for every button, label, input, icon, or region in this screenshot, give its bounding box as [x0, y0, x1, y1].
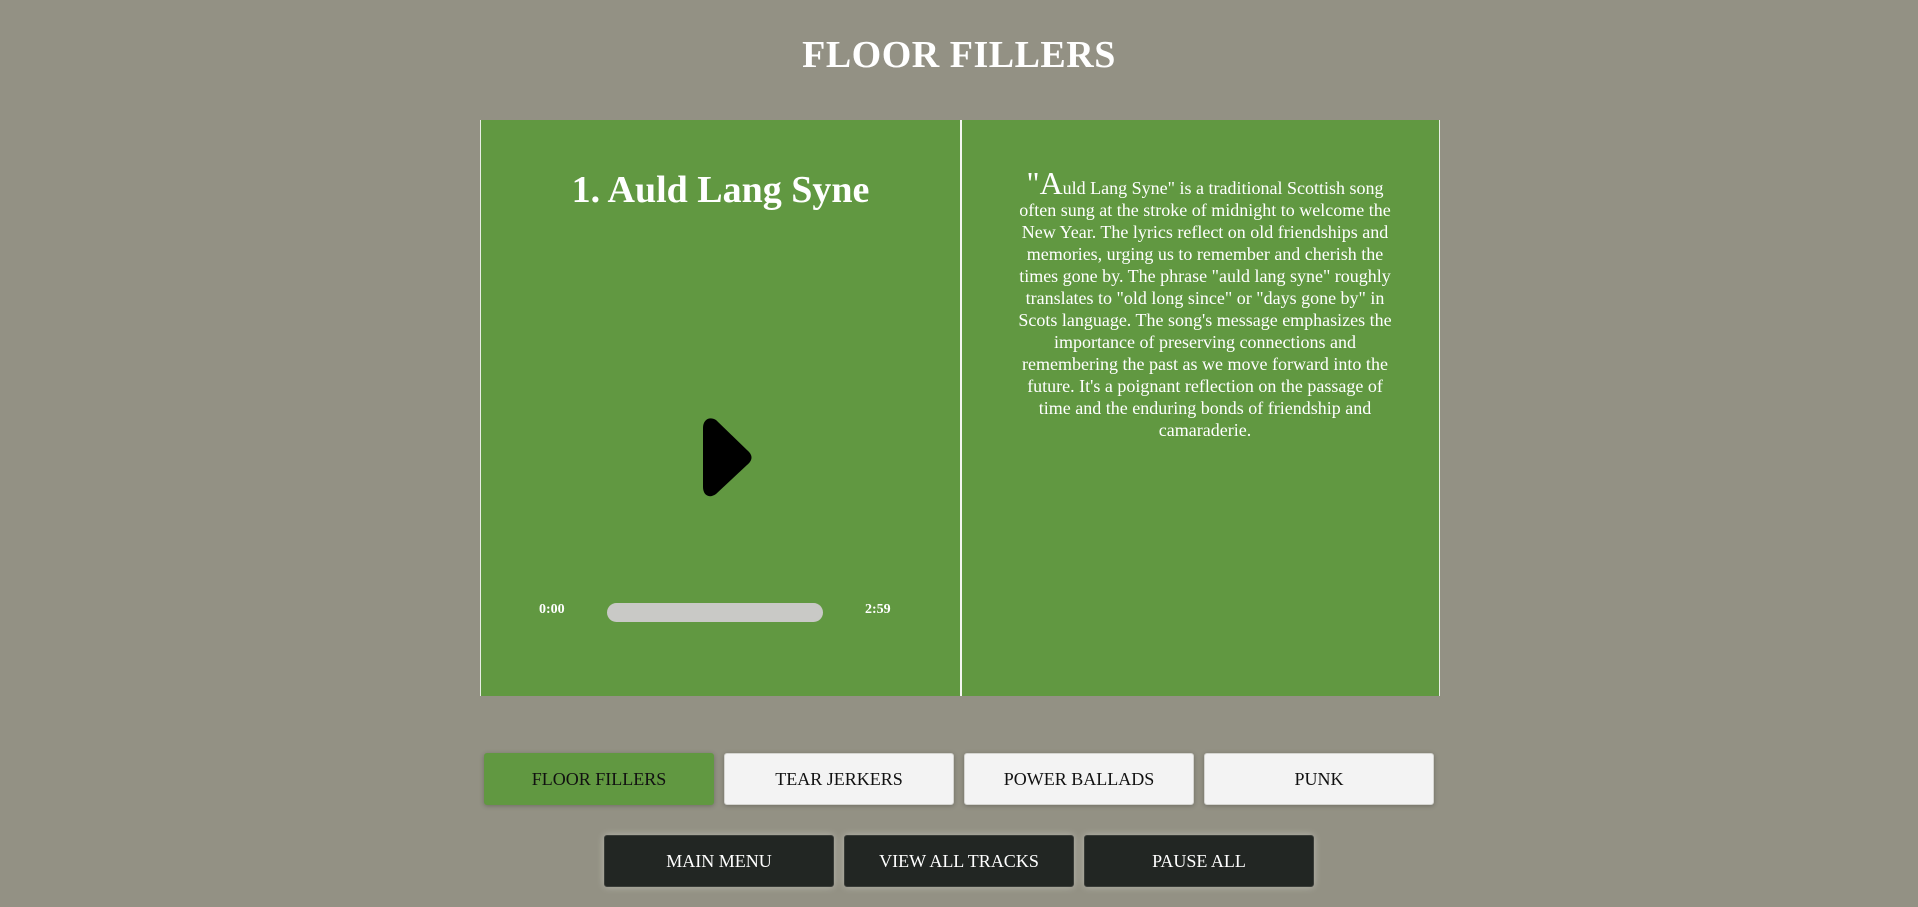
action-buttons: MAIN MENU VIEW ALL TRACKS PAUSE ALL	[604, 835, 1314, 887]
player-panel: 1. Auld Lang Syne 0:00 2:59	[481, 120, 960, 696]
track-description: "Auld Lang Syne" is a traditional Scotti…	[1009, 167, 1401, 441]
tab-tear-jerkers[interactable]: TEAR JERKERS	[724, 753, 954, 805]
description-dropcap: A	[1039, 165, 1063, 201]
description-text: uld Lang Syne" is a traditional Scottish…	[1018, 178, 1392, 440]
track-title: 1. Auld Lang Syne	[571, 169, 870, 211]
tab-floor-fillers[interactable]: FLOOR FILLERS	[484, 753, 714, 805]
track-card: 1. Auld Lang Syne 0:00 2:59 "Auld Lang S…	[480, 120, 1440, 696]
view-all-tracks-button[interactable]: VIEW ALL TRACKS	[844, 835, 1074, 887]
description-panel: "Auld Lang Syne" is a traditional Scotti…	[962, 120, 1439, 696]
page-title: FLOOR FILLERS	[802, 34, 1116, 76]
play-icon	[703, 418, 752, 497]
current-time: 0:00	[539, 602, 565, 617]
total-time: 2:59	[865, 602, 891, 617]
tab-power-ballads[interactable]: POWER BALLADS	[964, 753, 1194, 805]
description-quote: "	[1026, 165, 1040, 201]
main-menu-button[interactable]: MAIN MENU	[604, 835, 834, 887]
genre-tabs: FLOOR FILLERS TEAR JERKERS POWER BALLADS…	[484, 753, 1434, 805]
play-button[interactable]	[677, 414, 763, 500]
pause-all-button[interactable]: PAUSE ALL	[1084, 835, 1314, 887]
progress-bar[interactable]	[607, 603, 823, 622]
tab-punk[interactable]: PUNK	[1204, 753, 1434, 805]
